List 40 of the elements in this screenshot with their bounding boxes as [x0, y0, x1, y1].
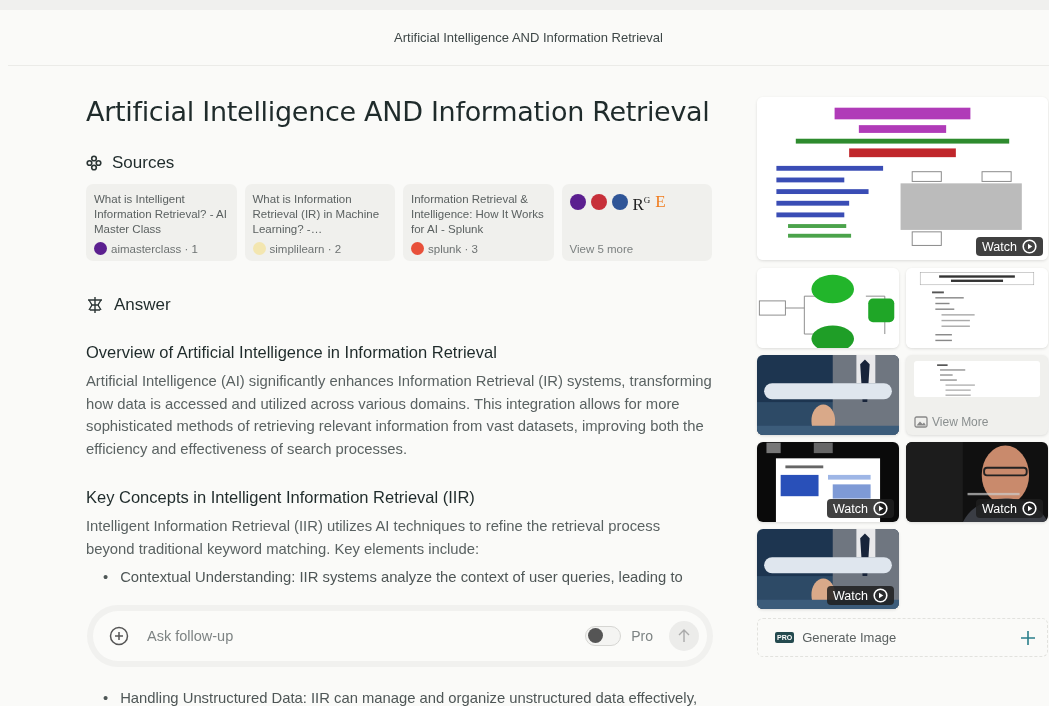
generate-image-label: Generate Image [802, 630, 898, 645]
source-site: simplilearn · 2 [269, 242, 342, 255]
page-title: Artificial Intelligence AND Information Retrieval [86, 96, 711, 127]
source-card[interactable]: Information Retrieval & Intelligence: How It Works for AI - Splunk splunk · 3 [403, 184, 554, 261]
bullet-marker: • [103, 688, 109, 706]
section-heading: Sources [112, 153, 175, 173]
play-icon [873, 501, 888, 516]
add-icon [109, 625, 129, 646]
play-icon [1022, 239, 1037, 254]
section-heading: Answer [114, 295, 171, 315]
plus-icon [1021, 630, 1035, 645]
watch-button[interactable]: Watch [976, 237, 1043, 256]
arrow-up-icon [678, 628, 690, 643]
site-logo: R$^{G}$ [632, 193, 651, 213]
source-card[interactable]: What is Information Retrieval (IR) in Machine Learning? -… simplilearn · 2 [244, 184, 395, 261]
source-card[interactable]: What is Intelligent Information Retrieval? - AI Master Class aimasterclass · 1 [86, 184, 237, 261]
pro-label: Pro [631, 627, 653, 644]
play-icon [1022, 501, 1037, 516]
source-site: aimasterclass · 1 [111, 242, 198, 255]
bullet-marker: • [103, 568, 109, 587]
answer-paragraph: Intelligent Information Retrieval (IIR) utilizes AI techniques to refine the retrieval process beyond traditional keyword matching. Key elements include: [86, 517, 662, 559]
view-more-label: View More [932, 415, 989, 429]
source-site: splunk · 3 [428, 242, 478, 255]
watch-button[interactable]: Watch [827, 586, 894, 605]
follow-up-field[interactable]: Ask follow-up [145, 626, 576, 645]
answer-icon [86, 296, 104, 314]
play-icon [873, 588, 888, 603]
answer-subheading: Overview of Artificial Intelligence in Information Retrieval [86, 343, 498, 362]
site-logo: E [655, 194, 666, 211]
image-icon [914, 416, 928, 428]
sources-icon [86, 155, 102, 171]
view-more-card[interactable]: R$^{G}$ E View 5 more [561, 184, 712, 261]
thread-title: Artificial Intelligence AND Information Retrieval [394, 30, 663, 45]
bullet-item: Contextual Understanding: IIR systems analyze the context of user queries, leading to [120, 568, 683, 587]
watch-button[interactable]: Watch [827, 499, 894, 518]
answer-subheading: Key Concepts in Intelligent Information Retrieval (IIR) [86, 488, 476, 507]
answer-paragraph: Artificial Intelligence (AI) significantly enhances Information Retrieval (IR) systems, transforming how data is accessed and utilized across various domains. This integration allows for more sophisticated methods of retrieving relevant information from vast datasets, improving both the efficiency and effectiveness of search processes. [86, 372, 712, 459]
pro-toggle[interactable] [585, 625, 622, 646]
bullet-item: Handling Unstructured Data: IIR can manage and organize unstructured data effectively, [120, 688, 698, 706]
watch-button[interactable]: Watch [976, 499, 1043, 518]
